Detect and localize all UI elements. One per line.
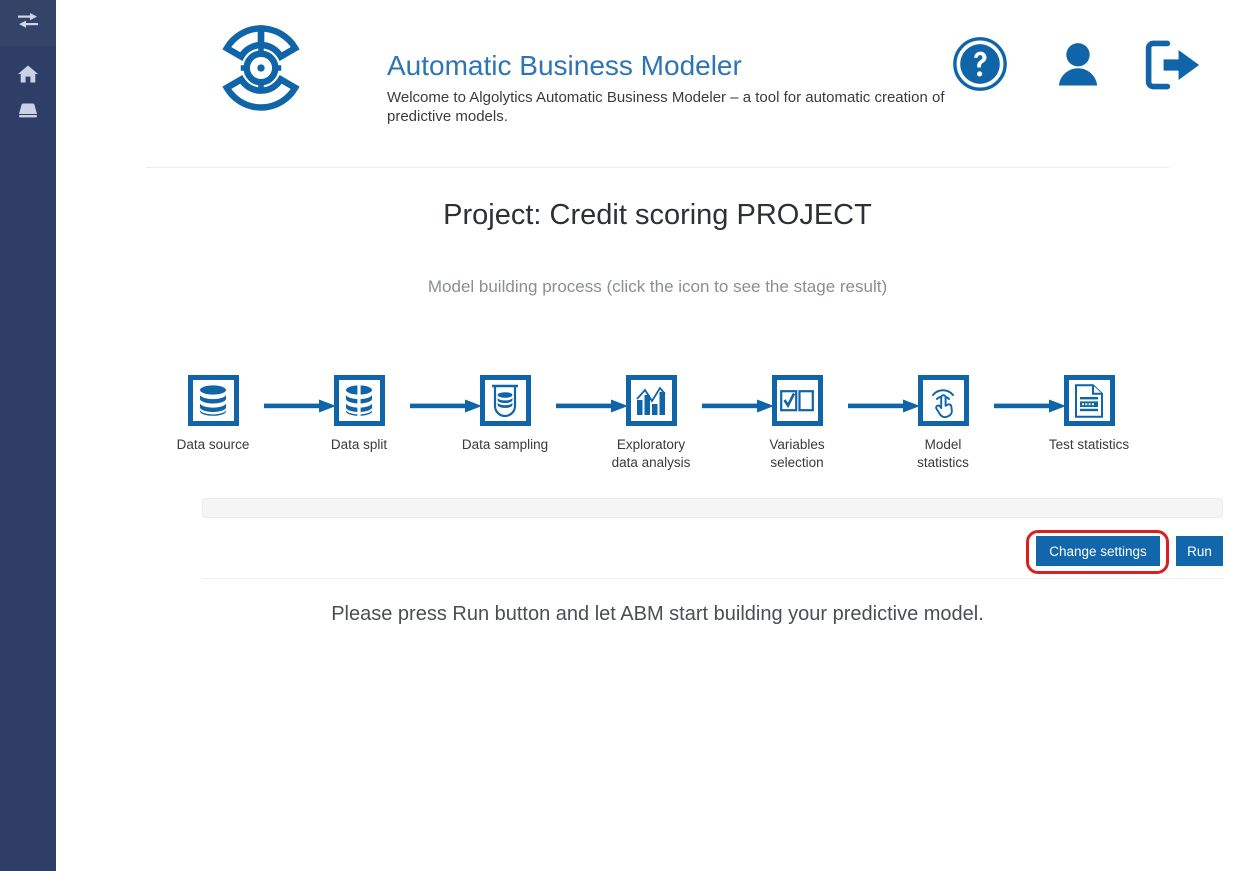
pipeline-stage-exploratory-data-analysis[interactable]: Exploratory data analysis (591, 375, 711, 472)
hand-click-icon[interactable] (917, 375, 969, 426)
user-icon[interactable] (1050, 37, 1106, 98)
database-flask-icon[interactable] (479, 375, 531, 426)
run-button[interactable]: Run (1176, 536, 1223, 566)
footer-divider (202, 578, 1223, 579)
bar-chart-icon[interactable] (625, 375, 677, 426)
sidebar-toggle-button[interactable] (0, 0, 56, 46)
sidebar (0, 0, 56, 871)
app-title: Automatic Business Modeler (387, 50, 742, 81)
pipeline-stage-model-statistics[interactable]: Model statistics (883, 375, 1003, 472)
progress-bar (202, 498, 1223, 518)
model-building-pipeline: Data source Data split Data sampling Exp… (144, 375, 1184, 480)
database-icon (17, 100, 39, 120)
question-mark-circle-icon[interactable] (951, 35, 1009, 98)
pipeline-stage-label: Data source (176, 437, 250, 452)
pipeline-stage-label: Model statistics (917, 437, 969, 470)
pipeline-stage-label: Data split (330, 437, 388, 452)
process-caption: Model building process (click the icon t… (427, 277, 888, 296)
home-icon (17, 64, 39, 84)
footer-message: Please press Run button and let ABM star… (331, 603, 984, 625)
sidebar-item-database[interactable] (0, 92, 56, 128)
sidebar-item-home[interactable] (0, 56, 56, 92)
pipeline-stage-test-statistics[interactable]: Test statistics (1029, 375, 1149, 454)
pipeline-stage-data-sampling[interactable]: Data sampling (445, 375, 565, 454)
database-stack-icon[interactable] (187, 375, 239, 426)
checkbox-pair-icon[interactable] (771, 375, 823, 426)
pipeline-stage-variables-selection[interactable]: Variables selection (737, 375, 857, 472)
page-title: Project: Credit scoring PROJECT (443, 199, 872, 231)
app-window: Automatic Business Modeler Welcome to Al… (0, 0, 1249, 871)
pipeline-stage-data-source[interactable]: Data source (153, 375, 273, 454)
logout-arrow-icon[interactable] (1143, 38, 1201, 97)
database-split-icon[interactable] (333, 375, 385, 426)
exchange-arrows-icon (16, 12, 40, 35)
main-content: Automatic Business Modeler Welcome to Al… (56, 0, 1249, 871)
pipeline-stage-label: Exploratory data analysis (611, 437, 691, 470)
document-report-icon[interactable] (1063, 375, 1115, 426)
header-actions (951, 35, 1221, 95)
pipeline-stage-label: Test statistics (1048, 437, 1130, 452)
pipeline-stage-data-split[interactable]: Data split (299, 375, 419, 454)
header-divider (146, 167, 1169, 168)
change-settings-button[interactable]: Change settings (1036, 536, 1160, 566)
abm-circular-logo (215, 22, 307, 114)
pipeline-stage-label: Data sampling (461, 437, 549, 452)
action-button-row: Change settings Run (202, 530, 1223, 574)
pipeline-stage-label: Variables selection (769, 437, 825, 470)
app-subtitle: Welcome to Algolytics Automatic Business… (387, 89, 945, 125)
